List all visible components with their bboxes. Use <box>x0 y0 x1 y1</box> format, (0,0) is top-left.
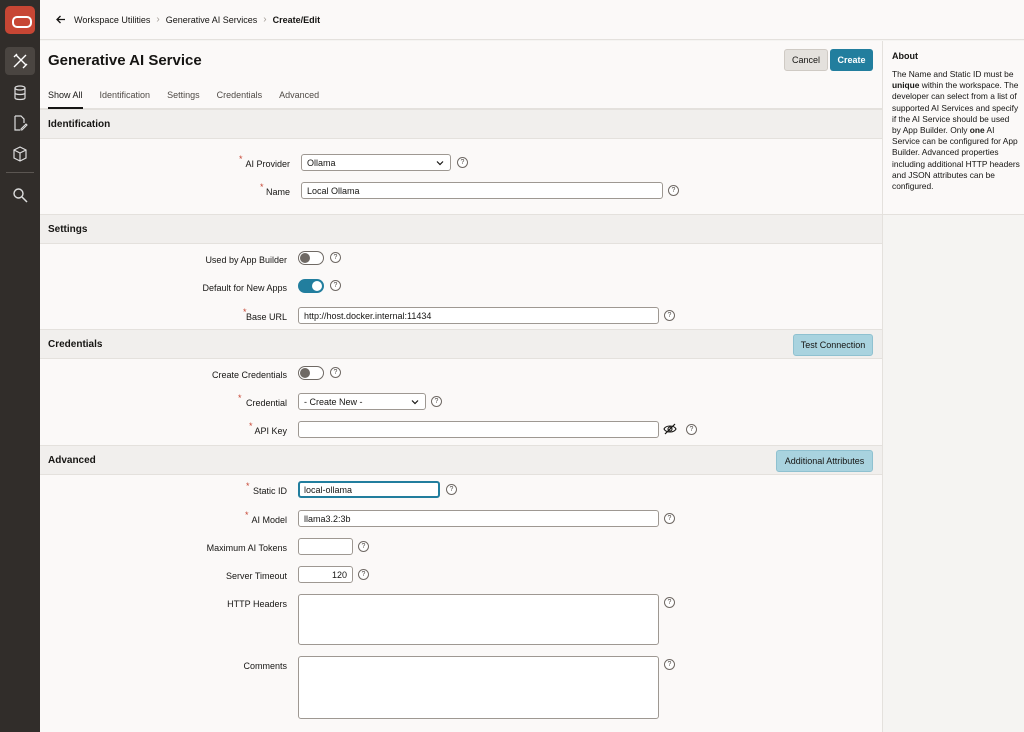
credential-help-icon[interactable]: ? <box>431 396 442 407</box>
default-for-new-apps-toggle[interactable] <box>298 279 324 293</box>
advanced-section-body: * Static ID local-ollama ? * AI Model ll… <box>40 475 882 732</box>
about-panel: About The Name and Static ID must be uni… <box>882 41 1024 732</box>
about-box: About The Name and Static ID must be uni… <box>883 41 1024 215</box>
http-headers-textarea[interactable] <box>298 594 659 645</box>
maximum-ai-tokens-field[interactable] <box>298 538 353 555</box>
breadcrumb-separator-icon: › <box>263 14 267 25</box>
identification-section-header: Identification <box>40 109 882 139</box>
about-title: About <box>892 51 918 61</box>
about-text-bold: unique <box>892 80 920 91</box>
breadcrumb-current: Create/Edit <box>272 14 321 25</box>
tab-identification[interactable]: Identification <box>100 81 151 109</box>
create-credentials-toggle[interactable] <box>298 366 324 380</box>
ai-provider-select[interactable]: Ollama <box>301 154 451 171</box>
tab-show-all[interactable]: Show All <box>48 81 83 109</box>
database-icon[interactable] <box>5 79 35 107</box>
base-url-help-icon[interactable]: ? <box>664 310 675 321</box>
credentials-section-header: Credentials Test Connection <box>40 329 882 359</box>
server-timeout-help-icon[interactable]: ? <box>358 569 369 580</box>
default-for-new-apps-help-icon[interactable]: ? <box>330 280 341 291</box>
logo-icon[interactable] <box>5 6 35 34</box>
name-label: Name <box>265 187 290 197</box>
default-for-new-apps-label: Default for New Apps <box>202 283 287 293</box>
settings-title: Settings <box>48 224 88 235</box>
breadcrumb: Workspace Utilities › Generative AI Serv… <box>40 0 1024 40</box>
identification-section-body: * AI Provider Ollama ? * Name Local Olla… <box>40 139 882 215</box>
settings-section-header: Settings <box>40 214 882 244</box>
static-id-label: Static ID <box>252 486 287 496</box>
comments-textarea[interactable] <box>298 656 659 719</box>
ai-provider-value: Ollama <box>307 158 336 168</box>
api-key-label: API Key <box>254 426 287 436</box>
comments-help-icon[interactable]: ? <box>664 659 675 670</box>
base-url-label: Base URL <box>245 312 287 322</box>
breadcrumb-generative-ai-services[interactable]: Generative AI Services <box>166 15 258 25</box>
advanced-section-header: Advanced Additional Attributes <box>40 445 882 475</box>
chevron-down-icon <box>411 397 419 407</box>
search-icon[interactable] <box>5 181 35 209</box>
ai-model-help-icon[interactable]: ? <box>664 513 675 524</box>
rail-divider <box>6 172 34 173</box>
main-region: Generative AI Service Cancel Create Show… <box>40 41 882 732</box>
about-text-bold: one <box>969 125 985 136</box>
used-by-app-builder-help-icon[interactable]: ? <box>330 252 341 263</box>
create-credentials-label: Create Credentials <box>211 370 287 380</box>
http-headers-label: HTTP Headers <box>227 599 287 609</box>
document-edit-icon[interactable] <box>5 109 35 137</box>
ai-model-label: AI Model <box>251 515 287 525</box>
ai-provider-label: AI Provider <box>245 159 290 169</box>
maximum-ai-tokens-label: Maximum AI Tokens <box>206 543 287 553</box>
breadcrumb-workspace-utilities[interactable]: Workspace Utilities <box>74 15 150 25</box>
tools-icon[interactable] <box>5 47 35 75</box>
page-title: Generative AI Service <box>48 52 202 69</box>
about-text-part: The Name and Static ID must be <box>892 69 1014 79</box>
server-timeout-field[interactable]: 120 <box>298 566 353 583</box>
credential-select[interactable]: - Create New - <box>298 393 426 410</box>
additional-attributes-button[interactable]: Additional Attributes <box>776 450 873 472</box>
static-id-field[interactable]: local-ollama <box>298 481 440 498</box>
package-icon[interactable] <box>5 140 35 168</box>
credentials-title: Credentials <box>48 339 103 350</box>
base-url-field[interactable]: http://host.docker.internal:11434 <box>298 307 659 324</box>
tab-advanced[interactable]: Advanced <box>279 81 319 109</box>
ai-model-field[interactable]: llama3.2:3b <box>298 510 659 527</box>
comments-label: Comments <box>243 661 287 671</box>
eye-off-icon[interactable] <box>663 423 677 437</box>
credential-label: Credential <box>245 398 287 408</box>
create-button[interactable]: Create <box>830 49 873 71</box>
breadcrumb-separator-icon: › <box>156 14 160 25</box>
chevron-down-icon <box>436 158 444 168</box>
credentials-section-body: Create Credentials ? * Credential - Crea… <box>40 359 882 445</box>
nav-rail <box>0 0 40 732</box>
maximum-ai-tokens-help-icon[interactable]: ? <box>358 541 369 552</box>
api-key-help-icon[interactable]: ? <box>686 424 697 435</box>
http-headers-help-icon[interactable]: ? <box>664 597 675 608</box>
back-arrow-icon[interactable] <box>54 13 68 27</box>
server-timeout-label: Server Timeout <box>225 571 287 581</box>
name-help-icon[interactable]: ? <box>668 185 679 196</box>
advanced-title: Advanced <box>48 455 96 466</box>
test-connection-button[interactable]: Test Connection <box>793 334 873 356</box>
api-key-field[interactable] <box>298 421 659 438</box>
ai-provider-help-icon[interactable]: ? <box>457 157 468 168</box>
tab-settings[interactable]: Settings <box>167 81 200 109</box>
used-by-app-builder-toggle[interactable] <box>298 251 324 265</box>
static-id-help-icon[interactable]: ? <box>446 484 457 495</box>
identification-title: Identification <box>48 119 111 130</box>
page-header: Generative AI Service Cancel Create <box>40 41 882 81</box>
used-by-app-builder-label: Used by App Builder <box>205 255 287 265</box>
create-credentials-help-icon[interactable]: ? <box>330 367 341 378</box>
settings-section-body: Used by App Builder ? Default for New Ap… <box>40 244 882 330</box>
cancel-button[interactable]: Cancel <box>784 49 828 71</box>
credential-value: - Create New - <box>304 397 363 407</box>
tab-credentials[interactable]: Credentials <box>217 81 263 109</box>
name-field[interactable]: Local Ollama <box>301 182 663 199</box>
region-tabs: Show All Identification Settings Credent… <box>40 81 882 109</box>
about-text: The Name and Static ID must be unique wi… <box>892 69 1020 192</box>
